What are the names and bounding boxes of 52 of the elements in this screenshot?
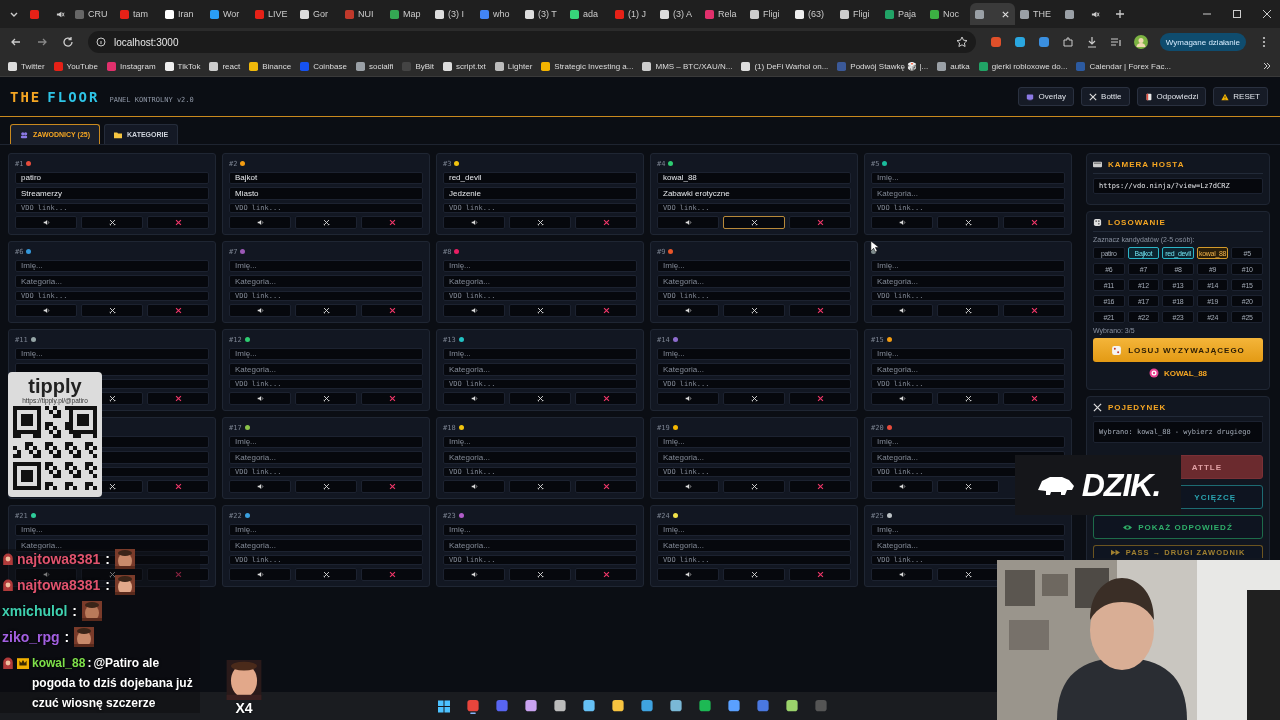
section-title: POJEDYNEK (1108, 403, 1167, 412)
chat-separator: : (105, 576, 110, 595)
bookmark-label: Instagram (120, 61, 156, 71)
logo-text: THE (10, 88, 42, 105)
chat-username: najtowa8381 (17, 576, 101, 595)
result-name: KOWAL_88 (1163, 368, 1208, 378)
bookmark-label: react (222, 61, 241, 71)
url-text: localhost:3000 (114, 36, 179, 48)
chat-separator: : (72, 602, 78, 621)
bookmark-label: autka (950, 61, 970, 71)
chat-username: ziko_rpg (2, 628, 60, 647)
tab-title: ada (583, 9, 599, 19)
chat-message: kowal_88 : @Patiro ale pogoda to dziś dojebana już czuć wiosnę szczerze (32, 655, 194, 712)
tab-title: Wor (223, 9, 240, 19)
tab-title: Gor (313, 9, 328, 19)
tab-title: (3) I (448, 9, 464, 19)
bookmark-label: script.txt (456, 61, 486, 71)
tab-title: THE (1033, 9, 1051, 19)
chat-username: xmichulol (2, 602, 68, 621)
tab-title: (63) (808, 9, 824, 19)
tab-title: Rela (718, 9, 737, 19)
bookmark-label: ByBit (415, 61, 435, 71)
tab-title: (3) T (538, 9, 557, 19)
tab-title: (3) A (673, 9, 692, 19)
tipply-logo: tipply (28, 375, 82, 397)
tab-title: (1) J (628, 9, 646, 19)
tab-title: CRU (88, 9, 108, 19)
tab-title: LIVE (268, 9, 288, 19)
bookmark-label: Coinbase (313, 61, 347, 71)
emote-count: X4 (235, 700, 253, 716)
tab-title: Iran (178, 9, 194, 19)
tab-title: Fligi (853, 9, 870, 19)
tab-title: Noc (943, 9, 959, 19)
logo-text: FLOOR (47, 88, 100, 105)
section-title: KAMERA HOSTA (1108, 160, 1185, 169)
bookmark-label: Binance (262, 61, 292, 71)
bookmark-label: YouTube (66, 61, 98, 71)
bookmark-label: socialfi (368, 61, 394, 71)
chat-username: najtowa8381 (17, 550, 101, 569)
section-title: LOSOWANIE (1108, 218, 1166, 227)
sponsor-logo: DZIK. (1081, 466, 1161, 504)
chat-separator: : (64, 628, 70, 647)
tab-title: Paja (898, 9, 916, 19)
bookmark-label: Twitter (21, 61, 45, 71)
tab-title: who (493, 9, 510, 19)
bookmark-label: TikTok (177, 61, 201, 71)
tab-title: Fligi (763, 9, 780, 19)
chat-separator: : (105, 550, 110, 569)
tab-title: Map (403, 9, 421, 19)
bookmark-label: Lighter (507, 61, 533, 71)
tab-title: NUI (358, 9, 374, 19)
tab-title: tam (133, 9, 148, 19)
